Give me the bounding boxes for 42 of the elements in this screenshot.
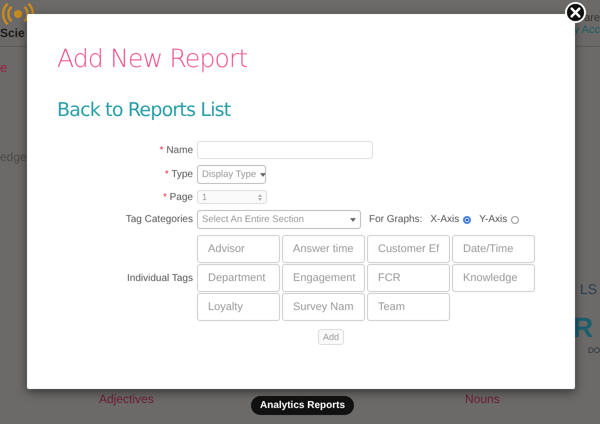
add-button[interactable]: Add [318,329,344,345]
tag-option[interactable]: Engagement [282,264,365,292]
page-stepper[interactable]: 1 [197,190,267,204]
tag-option[interactable]: Customer Ef [367,235,450,263]
logo-text: Scie [0,26,25,40]
tag-option[interactable]: Answer time [282,235,365,263]
page-text: R [573,312,594,344]
type-dropdown[interactable]: Display Type [197,165,266,184]
broadcast-icon [2,2,34,26]
column-heading: Adjectives [99,392,154,406]
tag-option[interactable]: Date/Time [452,235,535,263]
tag-option[interactable]: Advisor [197,235,280,263]
header-text: are [584,12,600,24]
tag-option[interactable]: Knowledge [452,264,535,292]
caret-icon [260,172,266,176]
tag-category-dropdown[interactable]: Select An Entire Section [197,210,361,229]
caret-icon [350,218,356,222]
tag-option[interactable]: Survey Nam [282,293,365,321]
name-field[interactable] [197,141,373,159]
close-icon[interactable] [565,2,586,23]
page-text: e [0,60,8,75]
field-label: * Type [164,169,193,180]
stepper-icon [258,194,262,200]
tag-option[interactable]: FCR [367,264,450,292]
axis-radio[interactable] [511,216,520,224]
analytics-reports-button[interactable]: Analytics Reports [251,396,354,415]
back-link[interactable]: Back to Reports List [57,99,230,121]
axis-label: X-Axis [430,214,460,225]
field-label: * Name [158,144,193,156]
field-label: Tag Categories [124,214,193,225]
field-label: Individual Tags [126,272,193,284]
dialog-title: Add New Report [57,44,248,73]
page-text: LS [580,281,598,297]
tag-option[interactable]: Team [367,293,450,321]
axis-radio[interactable] [463,216,472,224]
tag-option[interactable]: Department [197,264,280,292]
graphs-label: For Graphs: [369,214,422,225]
field-label: * Page [162,192,193,202]
page-text: DO [588,346,600,355]
column-heading: Nouns [465,392,500,406]
tag-option[interactable]: Loyalty [197,293,280,321]
axis-label: Y-Axis [479,214,508,225]
